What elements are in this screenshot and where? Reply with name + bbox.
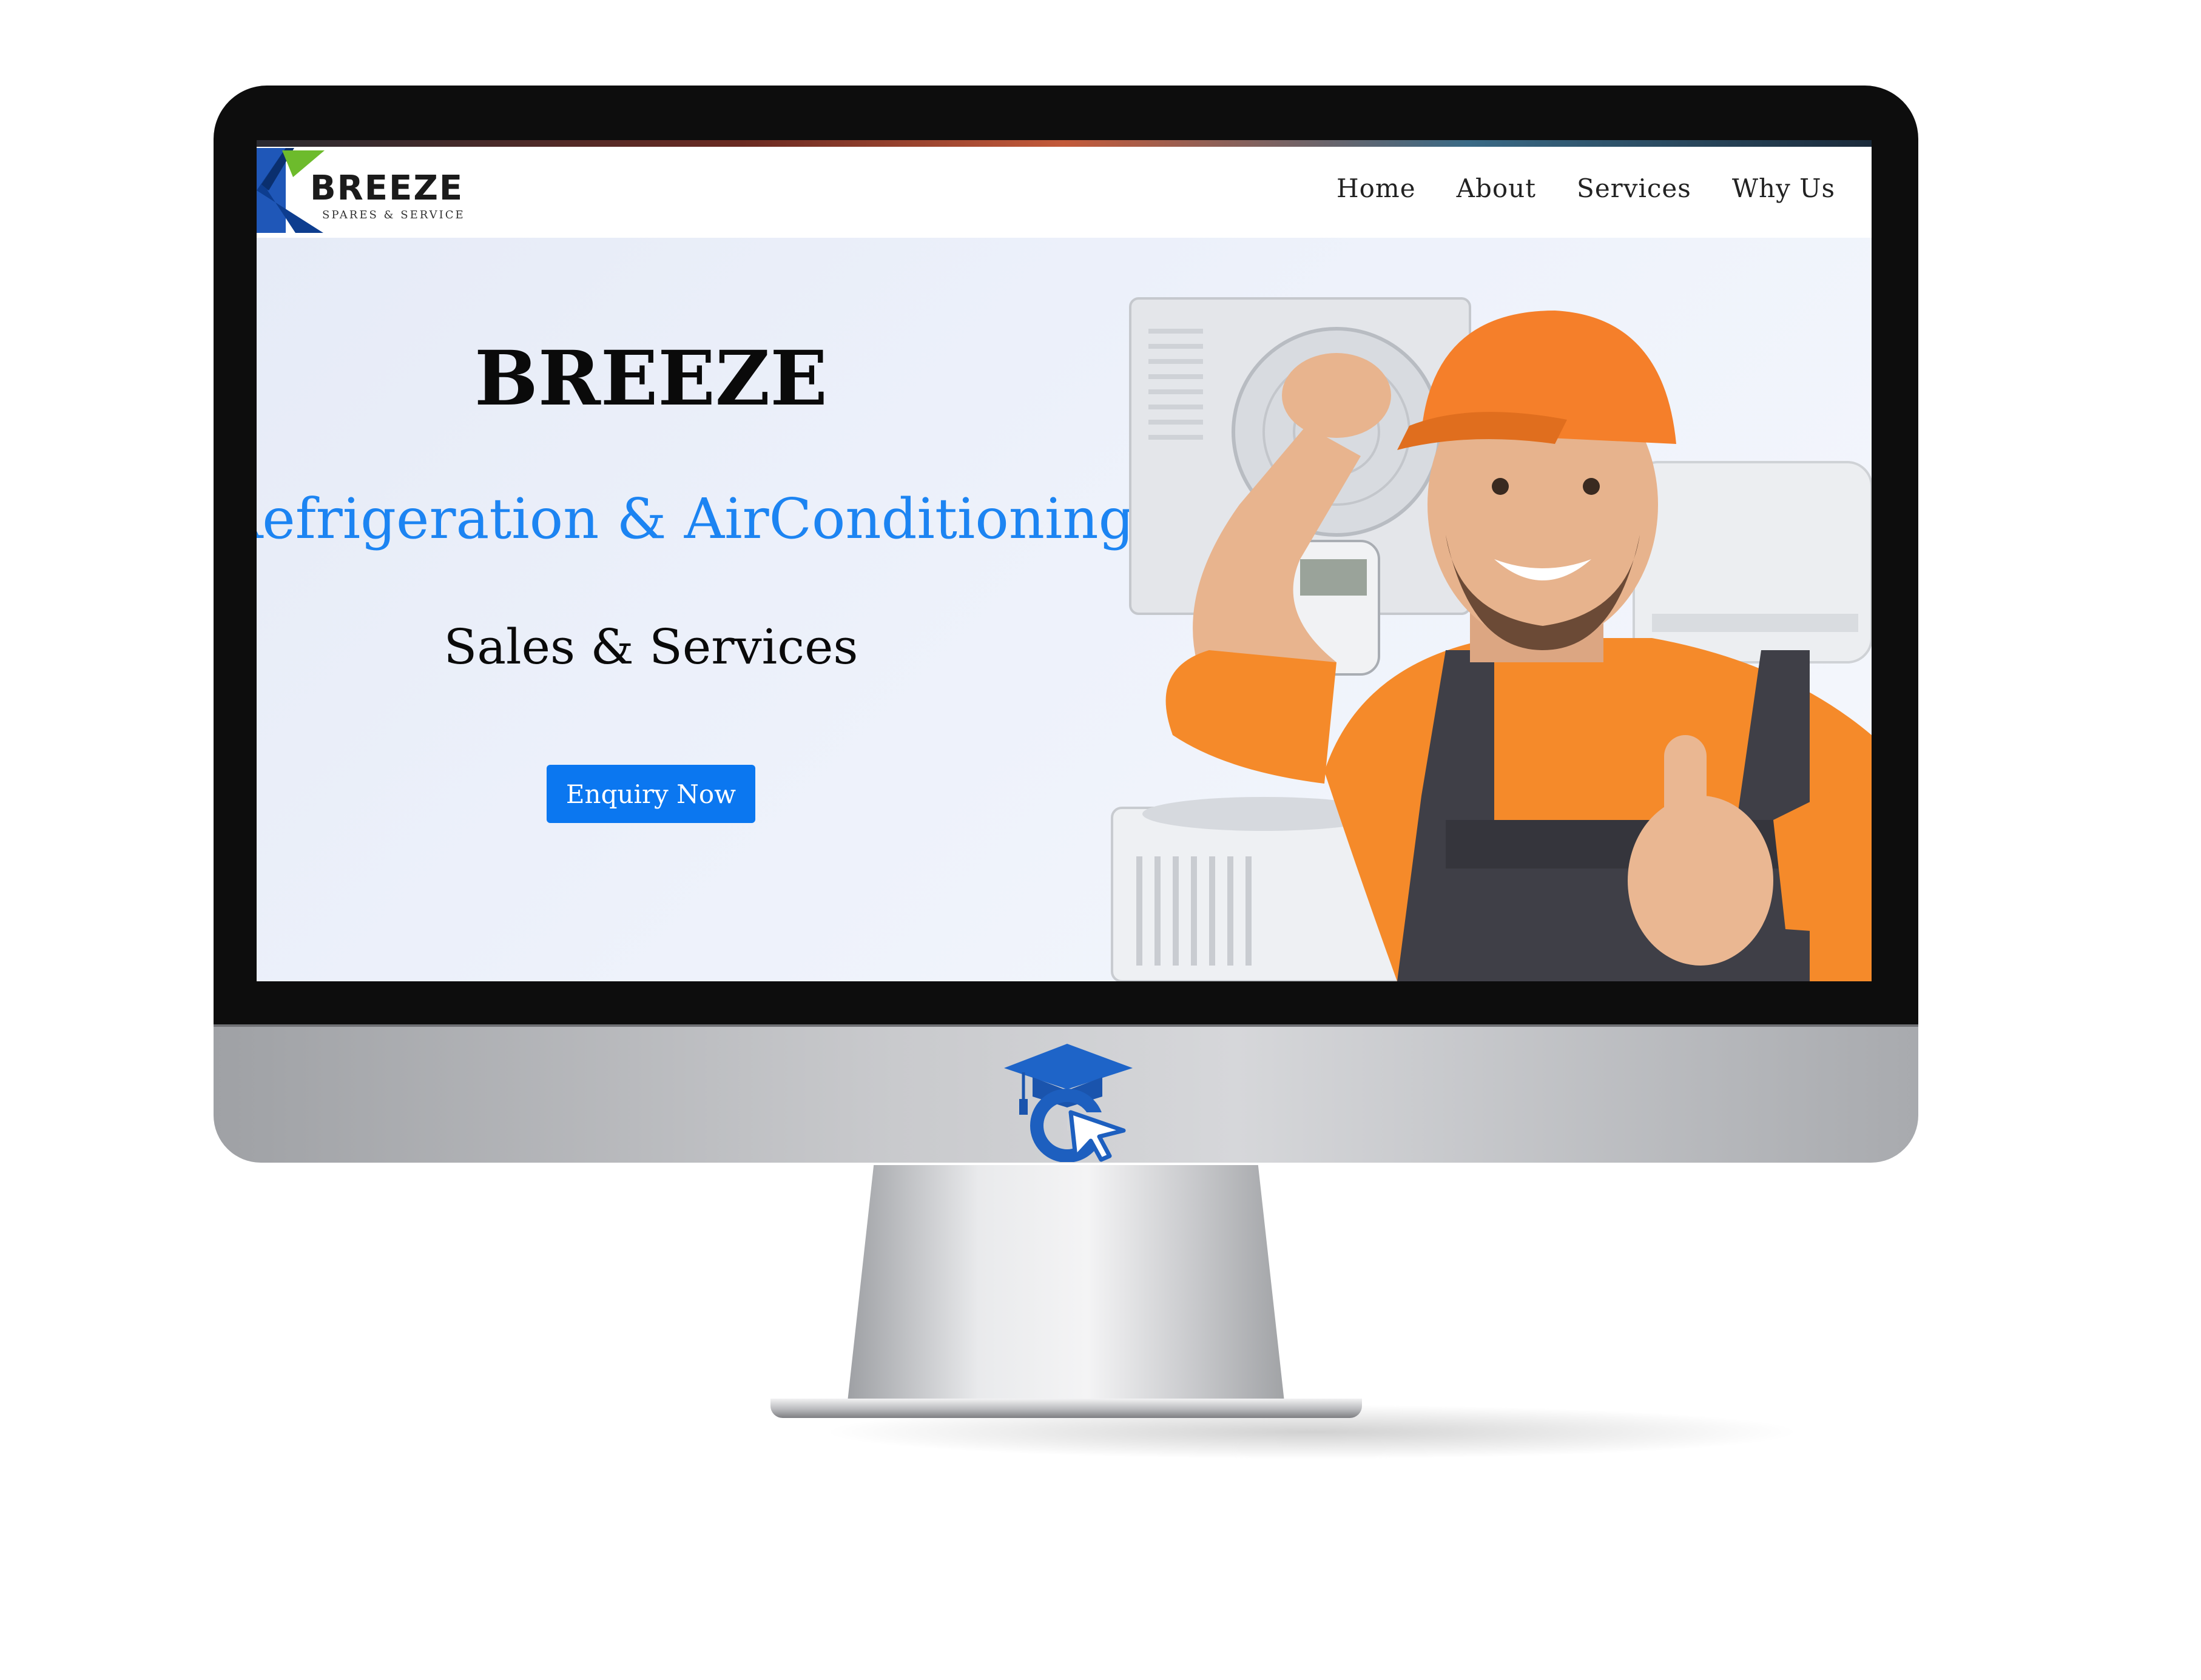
site-logo[interactable]: BREEZE SPARES & SERVICE (257, 148, 475, 233)
chin-divider (214, 1024, 1918, 1027)
nav-about[interactable]: About (1457, 173, 1536, 203)
main-nav: Home About Services Why Us C (1336, 173, 1872, 203)
logo-tagline: SPARES & SERVICE (322, 209, 465, 221)
nav-home[interactable]: Home (1336, 173, 1416, 203)
monitor-stand-foot (770, 1399, 1362, 1418)
monitor-stand-neck (848, 1165, 1284, 1402)
hero-tagline: Sales & Services (443, 619, 858, 675)
enquiry-now-button[interactable]: Enquiry Now (547, 765, 755, 823)
graduation-cap-cursor-logo-icon (1004, 1044, 1133, 1162)
hero-section: BREEZE Refrigeration & AirConditioning S… (257, 238, 1872, 981)
website-screen: BREEZE SPARES & SERVICE Home About Servi… (257, 140, 1872, 981)
technician-hero-image (1111, 297, 1872, 981)
logo-name: BREEZE (310, 169, 464, 208)
navbar: BREEZE SPARES & SERVICE Home About Servi… (257, 147, 1872, 238)
hero-subtitle: Refrigeration & AirConditioning (257, 486, 1134, 551)
top-color-strip (257, 140, 1872, 147)
nav-services[interactable]: Services (1577, 173, 1691, 203)
nav-why-us[interactable]: Why Us (1732, 173, 1835, 203)
monitor-mockup: BREEZE SPARES & SERVICE Home About Servi… (214, 86, 1918, 1459)
hero-title: BREEZE (474, 335, 827, 423)
